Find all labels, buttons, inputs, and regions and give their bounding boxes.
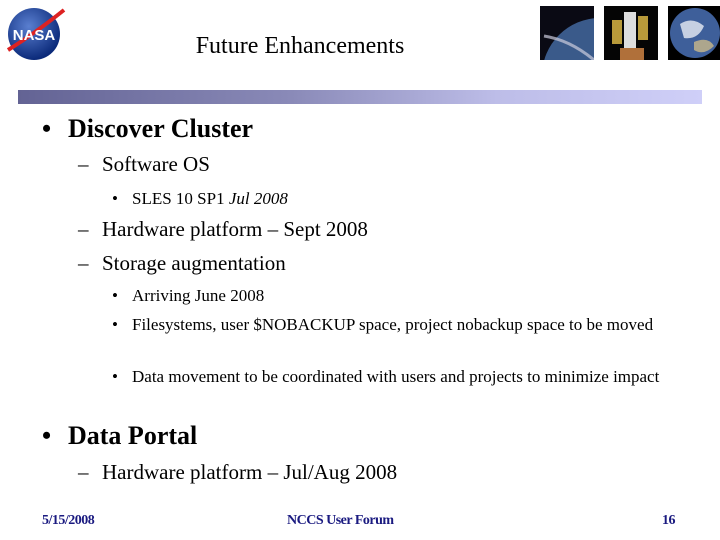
slide-title: Future Enhancements [195, 33, 405, 59]
sub-portal-hardware: – Hardware platform – Jul/Aug 2008 [78, 460, 398, 484]
detail-arriving: • Arriving June 2008 [112, 286, 265, 305]
bullet-discover-cluster: • Discover Cluster [42, 114, 254, 143]
sub-software-os: – Software OS [78, 152, 210, 176]
title-divider-bar [18, 90, 702, 104]
earth-globe-image [668, 6, 720, 60]
detail-sles: • SLES 10 SP1 Jul 2008 [112, 189, 288, 208]
sub-hardware-platform: – Hardware platform – Sept 2008 [78, 217, 368, 241]
detail-filesystems: • Filesystems, user $NOBACKUP space, proj… [112, 315, 654, 334]
hubble-telescope-image [604, 6, 658, 60]
earth-limb-image [540, 6, 594, 60]
footer-date: 5/15/2008 [42, 513, 95, 528]
detail-data-movement: • Data movement to be coordinated with us… [112, 367, 660, 386]
footer-event: NCCS User Forum [287, 513, 394, 528]
footer-page-number: 16 [662, 513, 676, 528]
bullet-data-portal: • Data Portal [42, 421, 198, 450]
sub-storage-augmentation: – Storage augmentation [78, 251, 286, 275]
